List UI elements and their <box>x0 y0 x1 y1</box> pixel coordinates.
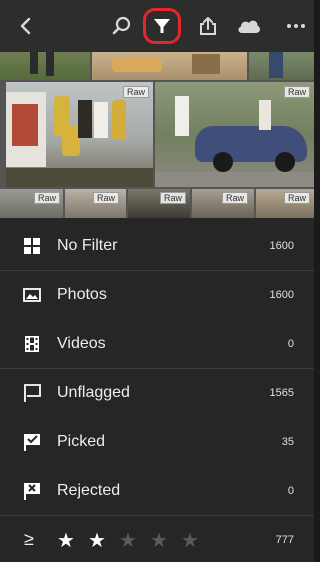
filter-item-photos[interactable]: Photos 1600 <box>0 271 314 320</box>
grid-icon <box>22 236 42 256</box>
photo-thumbnail[interactable]: Raw <box>0 189 63 218</box>
rejected-flag-icon <box>22 481 42 501</box>
search-icon[interactable] <box>106 10 138 42</box>
back-chevron-icon[interactable] <box>10 10 42 42</box>
photo-thumbnail[interactable] <box>0 52 90 80</box>
star-empty-icon[interactable]: ★ <box>150 528 168 553</box>
raw-badge: Raw <box>283 86 310 98</box>
filter-count: 1600 <box>269 289 294 301</box>
photo-thumbnail[interactable]: Raw <box>6 82 153 187</box>
raw-badge: Raw <box>284 192 311 204</box>
top-toolbar <box>0 0 314 52</box>
filter-item-picked[interactable]: Picked 35 <box>0 418 314 467</box>
filter-label: Unflagged <box>57 384 130 401</box>
filter-menu: No Filter 1600 Photos 1600 Videos 0 Unfl… <box>0 218 314 562</box>
rating-count: 777 <box>275 534 294 546</box>
filter-count: 35 <box>281 436 294 448</box>
thumbnail-grid: Raw Raw Raw Raw Raw Raw Raw <box>0 52 314 218</box>
filter-count: 1600 <box>269 240 294 252</box>
filter-label: Rejected <box>57 482 121 499</box>
photo-thumbnail[interactable]: Raw <box>192 189 254 218</box>
picked-flag-icon <box>22 432 42 452</box>
filter-count: 1565 <box>269 387 294 399</box>
raw-badge: Raw <box>34 192 61 204</box>
filter-count: 0 <box>287 485 294 497</box>
filter-label: Picked <box>57 433 106 450</box>
star-empty-icon[interactable]: ★ <box>119 528 137 553</box>
filter-label: No Filter <box>57 237 118 254</box>
photo-thumbnail[interactable]: Raw <box>65 189 126 218</box>
raw-badge: Raw <box>93 192 120 204</box>
more-icon[interactable] <box>280 10 312 42</box>
filter-item-unflagged[interactable]: Unflagged 1565 <box>0 369 314 418</box>
cloud-icon[interactable] <box>233 10 265 42</box>
raw-badge: Raw <box>222 192 249 204</box>
filter-label: Photos <box>57 286 107 303</box>
filter-item-no-filter[interactable]: No Filter 1600 <box>0 222 314 271</box>
filter-label: Videos <box>57 335 106 352</box>
share-icon[interactable] <box>192 10 224 42</box>
photo-thumbnail[interactable]: Raw <box>256 189 314 218</box>
film-icon <box>22 334 42 354</box>
filter-funnel-icon[interactable] <box>146 10 178 42</box>
star-empty-icon[interactable]: ★ <box>181 528 199 553</box>
star-filled-icon[interactable]: ★ <box>57 528 75 553</box>
photo-thumbnail[interactable] <box>92 52 247 80</box>
rating-operator[interactable]: ≥ <box>24 529 34 550</box>
flag-icon <box>22 383 42 403</box>
rating-filter-row[interactable]: ≥ ★ ★ ★ ★ ★ 777 <box>0 516 314 562</box>
photo-thumbnail[interactable]: Raw <box>155 82 314 187</box>
photo-icon <box>22 285 42 305</box>
raw-badge: Raw <box>160 192 187 204</box>
filter-item-rejected[interactable]: Rejected 0 <box>0 467 314 516</box>
photo-thumbnail[interactable] <box>249 52 314 80</box>
raw-badge: Raw <box>122 86 149 98</box>
star-filled-icon[interactable]: ★ <box>88 528 106 553</box>
filter-count: 0 <box>287 338 294 350</box>
filter-item-videos[interactable]: Videos 0 <box>0 320 314 369</box>
photo-thumbnail[interactable]: Raw <box>128 189 190 218</box>
